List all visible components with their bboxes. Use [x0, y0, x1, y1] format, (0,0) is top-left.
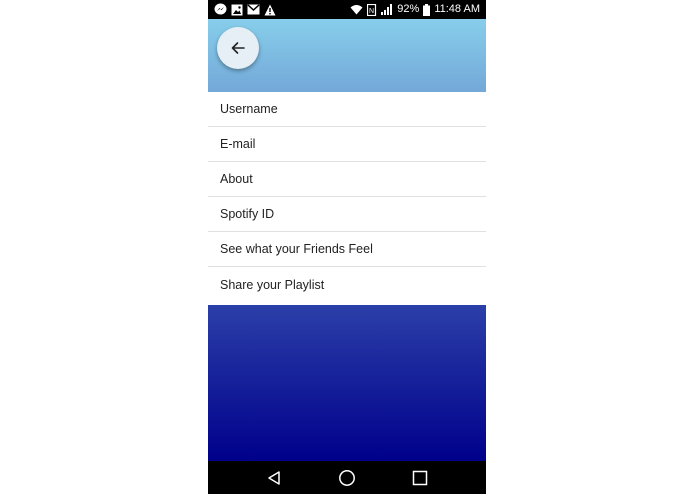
home-circle-icon — [339, 470, 355, 486]
nav-home-button[interactable] — [337, 468, 357, 488]
signal-icon — [381, 4, 393, 15]
wifi-icon — [350, 5, 363, 15]
menu-item-friends-feel[interactable]: See what your Friends Feel — [208, 232, 486, 267]
phone-screen: N 92% 11:48 AM Username E-mail About Spo… — [208, 0, 486, 494]
menu-item-email[interactable]: E-mail — [208, 127, 486, 162]
menu-item-label: Spotify ID — [220, 207, 275, 221]
battery-icon — [423, 3, 431, 16]
footer-background — [208, 305, 486, 461]
menu-item-label: About — [220, 172, 253, 186]
notification-icons — [214, 3, 276, 16]
menu-item-label: E-mail — [220, 137, 256, 151]
menu-item-spotify-id[interactable]: Spotify ID — [208, 197, 486, 232]
nfc-icon: N — [367, 3, 377, 16]
profile-header — [208, 19, 486, 92]
menu-item-label: Username — [220, 102, 278, 116]
nav-recents-button[interactable] — [410, 468, 430, 488]
battery-percent: 92% — [397, 3, 420, 15]
arrow-left-icon — [231, 42, 245, 54]
nav-back-button[interactable] — [264, 468, 284, 488]
back-triangle-icon — [268, 471, 280, 485]
messenger-icon — [214, 3, 227, 15]
warning-icon — [264, 4, 276, 15]
system-icons: N 92% 11:48 AM — [350, 3, 480, 16]
status-time: 11:48 AM — [434, 3, 480, 15]
menu-item-username[interactable]: Username — [208, 92, 486, 127]
menu-item-label: See what your Friends Feel — [220, 242, 373, 256]
image-icon — [231, 4, 243, 15]
menu-item-share-playlist[interactable]: Share your Playlist — [208, 267, 486, 302]
menu-item-label: Share your Playlist — [220, 277, 325, 292]
back-button[interactable] — [217, 27, 259, 69]
android-nav-bar — [208, 461, 486, 494]
profile-menu: Username E-mail About Spotify ID See wha… — [208, 92, 486, 305]
menu-item-about[interactable]: About — [208, 162, 486, 197]
svg-text:N: N — [369, 8, 374, 15]
status-bar: N 92% 11:48 AM — [208, 0, 486, 19]
gmail-icon — [247, 4, 260, 15]
recents-square-icon — [412, 470, 428, 486]
